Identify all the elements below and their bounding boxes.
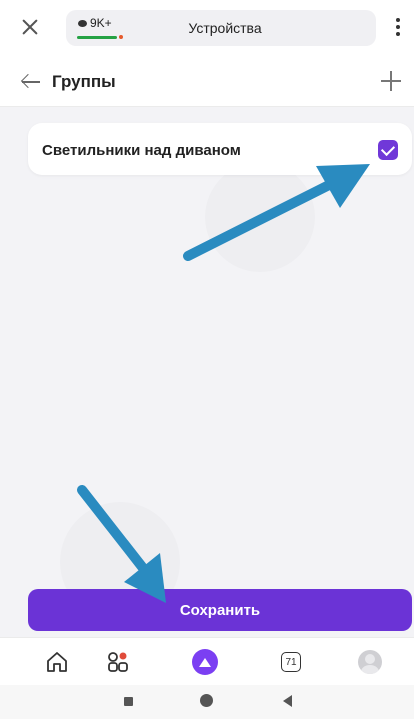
counter-icon[interactable]: 71 bbox=[276, 648, 306, 676]
background-decoration bbox=[205, 162, 315, 272]
close-icon[interactable] bbox=[18, 15, 42, 39]
back-button-icon[interactable] bbox=[283, 695, 292, 707]
groups-content: Светильники над диваном bbox=[0, 107, 414, 637]
page-header: Группы bbox=[0, 60, 414, 107]
avatar-icon bbox=[358, 650, 382, 674]
tab-pill[interactable]: 9K+ Устройства bbox=[66, 10, 376, 46]
tab-title: Устройства bbox=[188, 20, 262, 36]
home-button-icon[interactable] bbox=[200, 694, 213, 707]
add-group-icon[interactable] bbox=[380, 70, 402, 92]
group-checkbox[interactable] bbox=[378, 140, 398, 160]
browser-top-bar: 9K+ Устройства bbox=[0, 0, 414, 60]
more-menu-icon[interactable] bbox=[396, 18, 400, 40]
alice-icon[interactable] bbox=[190, 648, 220, 676]
group-label: Светильники над диваном bbox=[42, 142, 241, 159]
back-arrow-icon[interactable] bbox=[20, 72, 44, 92]
group-row[interactable]: Светильники над диваном bbox=[28, 123, 412, 175]
page-title: Группы bbox=[52, 72, 116, 91]
services-icon[interactable] bbox=[104, 648, 134, 676]
bottom-navigation: 71 bbox=[0, 637, 414, 686]
home-icon[interactable] bbox=[42, 648, 72, 676]
system-navigation bbox=[0, 685, 414, 719]
counter-value: 71 bbox=[281, 652, 301, 672]
save-button[interactable]: Сохранить bbox=[28, 589, 412, 631]
avatar[interactable] bbox=[355, 648, 385, 676]
recent-apps-icon[interactable] bbox=[124, 697, 133, 706]
counter-underline bbox=[77, 35, 123, 39]
